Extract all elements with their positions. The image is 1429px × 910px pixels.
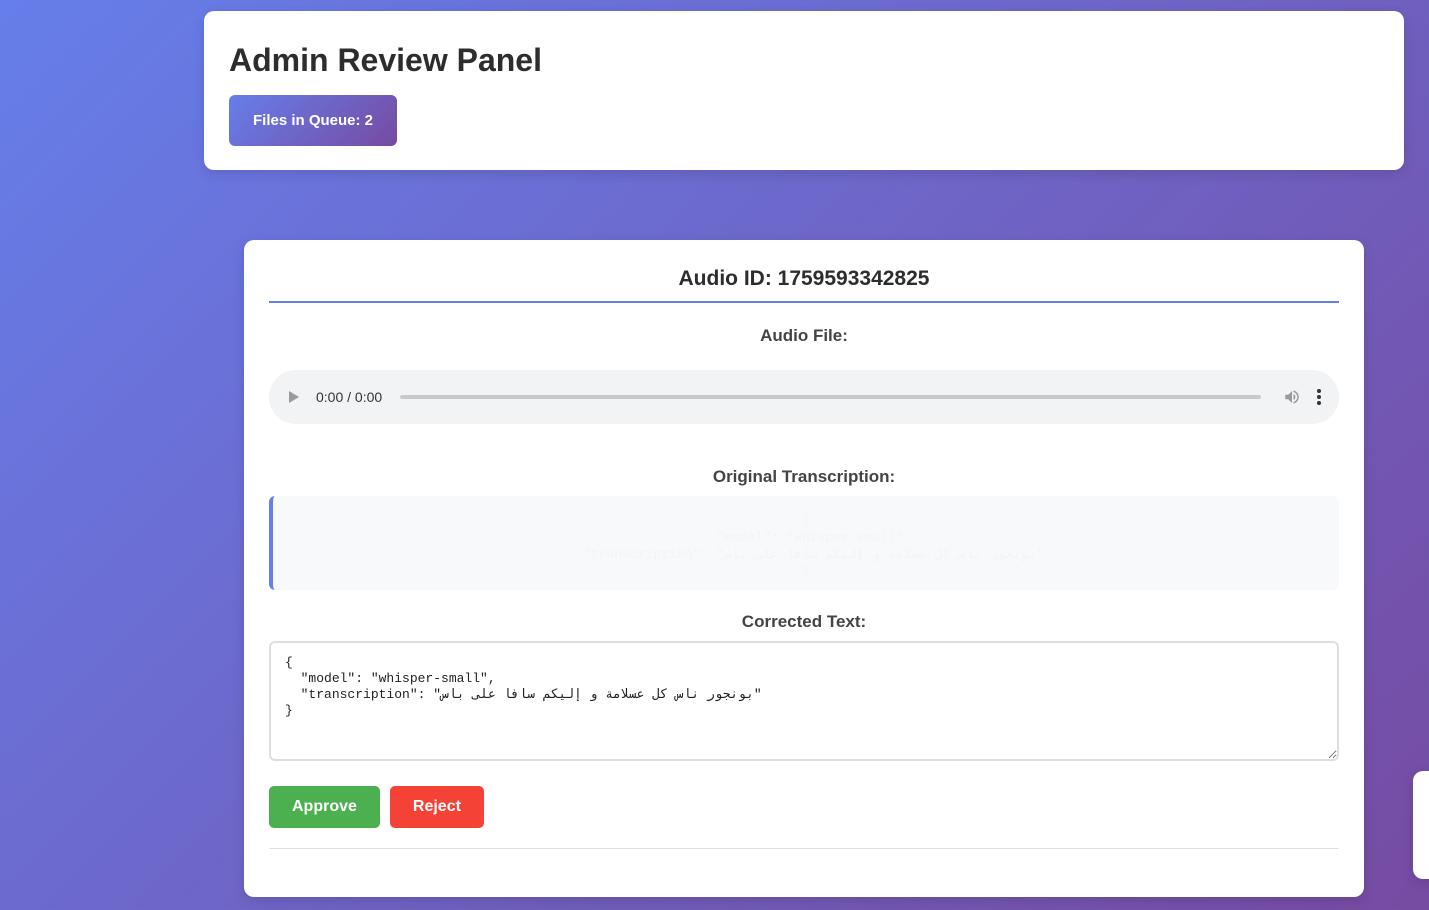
review-card: Audio ID: 1759593342825 Audio File: 0:00… [244,240,1364,897]
audio-file-label: Audio File: [760,326,848,345]
original-transcription-label: Original Transcription: [712,467,896,486]
approve-button[interactable]: Approve [269,786,380,828]
audio-player[interactable]: 0:00 / 0:00 [269,370,1339,424]
header-card: Admin Review Panel Files in Queue: 2 [204,11,1404,170]
original-transcription-box: { "model": "whisper-small", "transcripti… [269,496,1339,590]
volume-icon[interactable] [1283,388,1301,406]
corrected-text-label: Corrected Text: [741,612,867,631]
next-card-edge [1413,771,1429,879]
reject-button[interactable]: Reject [389,786,484,828]
audio-progress-slider[interactable] [400,395,1261,399]
queue-count-badge: Files in Queue: 2 [229,95,398,146]
divider [269,848,1339,849]
audio-time-display: 0:00 / 0:00 [316,389,383,405]
page-title: Admin Review Panel [229,42,542,78]
more-vertical-icon[interactable] [1317,389,1321,405]
review-actions: Approve Reject [269,786,1339,828]
corrected-text-input[interactable]: { "model": "whisper-small", "transcripti… [269,641,1339,761]
play-icon[interactable] [289,391,299,403]
audio-id-heading: Audio ID: 1759593342825 [269,265,1339,303]
